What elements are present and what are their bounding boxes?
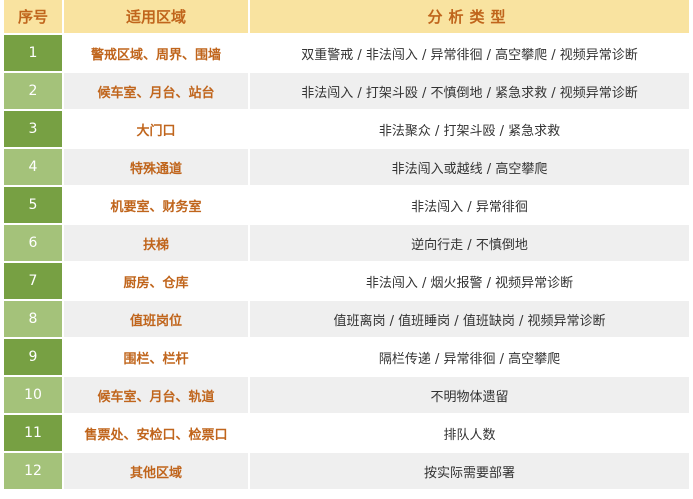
table-row: 3 大门口 非法聚众 / 打架斗殴 / 紧急求救 (4, 111, 689, 149)
row-type: 按实际需要部署 (250, 453, 689, 491)
row-area: 候车室、月台、站台 (64, 73, 250, 111)
row-no: 5 (4, 187, 64, 225)
table-row: 11 售票处、安检口、检票口 排队人数 (4, 415, 689, 453)
header-no: 序号 (4, 0, 64, 35)
table-row: 5 机要室、财务室 非法闯入 / 异常徘徊 (4, 187, 689, 225)
row-no: 1 (4, 35, 64, 73)
row-type: 非法闯入 / 异常徘徊 (250, 187, 689, 225)
row-area: 候车室、月台、轨道 (64, 377, 250, 415)
row-area: 大门口 (64, 111, 250, 149)
table-row: 9 围栏、栏杆 隔栏传递 / 异常徘徊 / 高空攀爬 (4, 339, 689, 377)
row-no: 6 (4, 225, 64, 263)
table-row: 1 警戒区域、周界、围墙 双重警戒 / 非法闯入 / 异常徘徊 / 高空攀爬 /… (4, 35, 689, 73)
row-area: 特殊通道 (64, 149, 250, 187)
row-no: 10 (4, 377, 64, 415)
table-row: 12 其他区域 按实际需要部署 (4, 453, 689, 491)
table-header-row: 序号 适用区域 分析类型 (4, 0, 689, 35)
row-type: 双重警戒 / 非法闯入 / 异常徘徊 / 高空攀爬 / 视频异常诊断 (250, 35, 689, 73)
row-type: 非法聚众 / 打架斗殴 / 紧急求救 (250, 111, 689, 149)
row-area: 值班岗位 (64, 301, 250, 339)
analysis-table-wrapper: 序号 适用区域 分析类型 1 警戒区域、周界、围墙 双重警戒 / 非法闯入 / … (4, 0, 693, 491)
table-row: 2 候车室、月台、站台 非法闯入 / 打架斗殴 / 不慎倒地 / 紧急求救 / … (4, 73, 689, 111)
row-no: 12 (4, 453, 64, 491)
analysis-table: 序号 适用区域 分析类型 1 警戒区域、周界、围墙 双重警戒 / 非法闯入 / … (4, 0, 689, 491)
row-no: 8 (4, 301, 64, 339)
header-type: 分析类型 (250, 0, 689, 35)
row-type: 排队人数 (250, 415, 689, 453)
row-area: 扶梯 (64, 225, 250, 263)
row-area: 围栏、栏杆 (64, 339, 250, 377)
row-no: 11 (4, 415, 64, 453)
table-row: 7 厨房、仓库 非法闯入 / 烟火报警 / 视频异常诊断 (4, 263, 689, 301)
row-no: 2 (4, 73, 64, 111)
row-no: 3 (4, 111, 64, 149)
row-type: 值班离岗 / 值班睡岗 / 值班缺岗 / 视频异常诊断 (250, 301, 689, 339)
row-area: 其他区域 (64, 453, 250, 491)
row-area: 售票处、安检口、检票口 (64, 415, 250, 453)
row-type: 不明物体遗留 (250, 377, 689, 415)
header-area: 适用区域 (64, 0, 250, 35)
table-row: 10 候车室、月台、轨道 不明物体遗留 (4, 377, 689, 415)
row-area: 警戒区域、周界、围墙 (64, 35, 250, 73)
table-row: 6 扶梯 逆向行走 / 不慎倒地 (4, 225, 689, 263)
row-type: 非法闯入 / 烟火报警 / 视频异常诊断 (250, 263, 689, 301)
row-area: 机要室、财务室 (64, 187, 250, 225)
row-no: 4 (4, 149, 64, 187)
row-no: 7 (4, 263, 64, 301)
row-area: 厨房、仓库 (64, 263, 250, 301)
row-type: 逆向行走 / 不慎倒地 (250, 225, 689, 263)
row-type: 隔栏传递 / 异常徘徊 / 高空攀爬 (250, 339, 689, 377)
row-type: 非法闯入或越线 / 高空攀爬 (250, 149, 689, 187)
row-type: 非法闯入 / 打架斗殴 / 不慎倒地 / 紧急求救 / 视频异常诊断 (250, 73, 689, 111)
table-row: 4 特殊通道 非法闯入或越线 / 高空攀爬 (4, 149, 689, 187)
row-no: 9 (4, 339, 64, 377)
table-row: 8 值班岗位 值班离岗 / 值班睡岗 / 值班缺岗 / 视频异常诊断 (4, 301, 689, 339)
